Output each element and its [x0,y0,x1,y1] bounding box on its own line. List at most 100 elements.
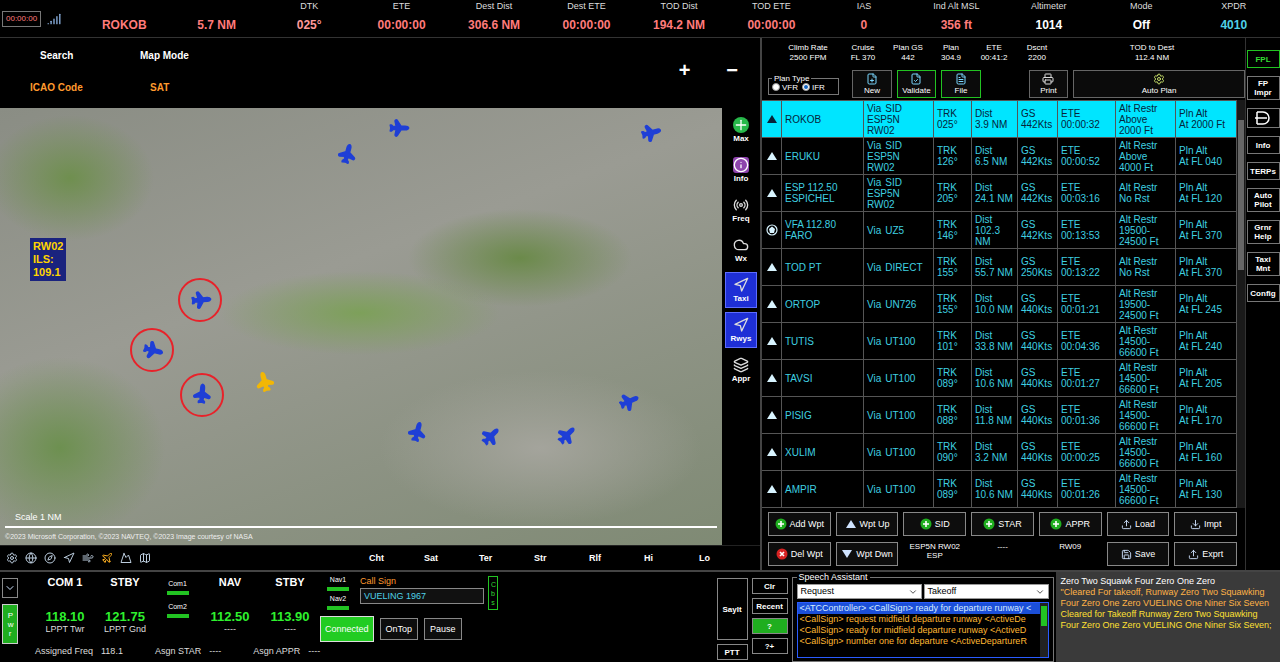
cbs-button[interactable]: Cbs [488,576,498,610]
map-tool-button[interactable]: Rwys [725,312,757,348]
auto-plan-button[interactable]: Auto Plan [1073,70,1245,98]
map-layer-icon[interactable] [82,552,94,564]
call-sign-input[interactable]: VUELING 1967 [360,588,484,604]
map-layer-option[interactable]: Lo [699,553,754,563]
waypoint-row[interactable]: TAVSIViaUT100TRK089°Dist10.6 NMGS440KtsE… [762,360,1237,397]
plan-type-radio[interactable]: IFR [802,83,825,92]
side-menu-button[interactable]: TERPs [1247,162,1280,180]
zoom-in-button[interactable]: + [679,60,691,80]
map-layer-option[interactable]: Cht [369,553,424,563]
aircraft-pin[interactable] [555,425,577,447]
waypoint-row[interactable]: AMPIRViaUT100TRK089°Dist10.6 NMGS440KtsE… [762,471,1237,508]
connect-button[interactable]: Connected [320,616,374,642]
zoom-out-button[interactable]: − [726,60,738,80]
map-tool-button[interactable]: Appr [725,352,757,388]
map-layer-icon[interactable] [25,552,37,564]
aircraft-pin[interactable] [617,391,639,413]
map-layer-option[interactable]: Str [534,553,589,563]
phrase-item[interactable]: <ATCController> <CallSign> ready for dep… [798,603,1040,614]
map-layer-icon[interactable] [101,552,113,564]
map-layer-icon[interactable] [6,552,18,564]
nav-radio[interactable]: NAV112.50---- [200,576,260,640]
scroll-thumb[interactable] [1238,120,1244,270]
phrase-scrollbar[interactable] [1040,603,1048,657]
map-tool-button[interactable]: Taxi [725,272,757,308]
plan-button[interactable]: SID [903,512,966,536]
satellite-map[interactable]: RW02ILS:109.1Scale 1 NM©2023 Microsoft C… [0,108,722,545]
say-it-button[interactable]: SayIt [717,578,748,640]
waypoint-row[interactable]: ESP 112.50ESPICHELViaSID ESP5N RW02TRK20… [762,175,1237,212]
plan-button[interactable]: Wpt Dwn [836,542,899,566]
waypoint-row[interactable]: ROKOBViaSID ESP5N RW02TRK025°Dist3.9 NMG… [762,101,1237,138]
plan-button[interactable]: Impt [1174,512,1237,536]
map-layer-icon[interactable] [44,552,56,564]
side-menu-button[interactable] [1247,108,1280,128]
runway-label[interactable]: RW02ILS:109.1 [30,238,66,281]
speech-select[interactable]: Takeoff [924,584,1049,599]
plan-type-radio[interactable]: VFR [772,83,798,92]
icao-code-option[interactable]: ICAO Code [30,82,140,94]
aircraft-pin[interactable] [639,122,661,144]
window-button[interactable]: Pause [424,618,462,640]
aircraft-pin[interactable] [254,372,276,394]
side-menu-button[interactable]: Auto Pilot [1247,188,1280,212]
map-layer-icon[interactable] [63,552,75,564]
plan-button[interactable]: APPR [1039,512,1102,536]
side-menu-button[interactable]: Taxi Mnt [1247,252,1280,276]
com-radio[interactable]: STBY121.75LPPT Gnd [95,576,155,640]
help-plus-button[interactable]: ?+ [752,638,788,654]
side-menu-button[interactable]: Info [1247,136,1280,154]
map-layer-icon[interactable] [139,552,151,564]
plan-button[interactable]: STAR [971,512,1034,536]
com-switch[interactable]: Com2 [167,603,189,618]
ptt-button[interactable]: PTT [717,644,748,660]
map-tool-button[interactable]: Freq [725,192,757,228]
plan-action-button[interactable]: File [941,70,981,98]
clear-button[interactable]: Clr [752,578,788,594]
print-button[interactable]: Print [1029,70,1069,98]
waypoint-row[interactable]: TOD PTViaDIRECTTRK155°Dist55.7 NMGS250Kt… [762,249,1237,286]
power-button[interactable]: Pwr [2,604,18,644]
scroll-thumb[interactable] [1041,606,1047,626]
table-scrollbar[interactable] [1237,100,1245,508]
nav-radio[interactable]: STBY113.90---- [260,576,320,640]
map-layer-option[interactable]: Rlf [589,553,644,563]
plan-button[interactable]: Wpt Up [836,512,899,536]
com-radio[interactable]: COM 1118.10LPPT Twr [35,576,95,640]
waypoint-row[interactable]: ORTOPViaUN726TRK155°Dist10.0 NMGS440KtsE… [762,286,1237,323]
plan-button[interactable]: Load [1107,512,1170,536]
plan-button[interactable]: Del Wpt [768,542,831,566]
map-tool-button[interactable]: Wx [725,232,757,268]
waypoint-row[interactable]: ERUKUViaSID ESP5N RW02TRK126°Dist6.5 NMG… [762,138,1237,175]
search-label[interactable]: Search [30,50,140,62]
aircraft-pin[interactable] [387,117,409,139]
map-layer-option[interactable]: Hi [644,553,699,563]
waypoint-row[interactable]: XULIMViaUT100TRK090°Dist3.2 NMGS440KtsET… [762,434,1237,471]
plan-action-button[interactable]: New [852,70,892,98]
plan-action-button[interactable]: Validate [897,70,937,98]
phrase-item[interactable]: <CallSign> number one for departure <Act… [798,636,1040,647]
side-menu-button[interactable]: Grnr Help [1247,220,1280,244]
side-menu-button[interactable]: Config [1247,284,1280,302]
map-tool-button[interactable]: Info [725,152,757,188]
side-menu-button[interactable]: FPL [1247,50,1280,68]
aircraft-pin[interactable] [189,289,211,311]
map-layer-option[interactable]: Sat [424,553,479,563]
map-layer-icon[interactable] [120,552,132,564]
window-button[interactable]: OnTop [380,618,419,640]
phrase-item[interactable]: <CallSign> request midfield departure ru… [798,614,1040,625]
aircraft-pin[interactable] [406,422,428,444]
nav-switch[interactable]: Nav2 [327,595,349,610]
waypoint-row[interactable]: PISIGViaUT100TRK088°Dist11.8 NMGS440KtsE… [762,397,1237,434]
aircraft-pin[interactable] [191,384,213,406]
sat-option[interactable]: SAT [140,82,240,94]
plan-button[interactable]: Exprt [1174,542,1237,566]
nav-switch[interactable]: Nav1 [327,576,349,591]
plan-button[interactable]: Add Wpt [768,512,831,536]
map-tool-button[interactable]: Max [725,112,757,148]
speech-select[interactable]: Request [797,584,922,599]
map-layer-option[interactable]: Ter [479,553,534,563]
map-mode-label[interactable]: Map Mode [140,50,240,62]
waypoint-row[interactable]: VFA 112.80FAROViaUZ5TRK146°Dist102.3 NMG… [762,212,1237,249]
waypoint-row[interactable]: TUTISViaUT100TRK101°Dist33.8 NMGS440KtsE… [762,323,1237,360]
